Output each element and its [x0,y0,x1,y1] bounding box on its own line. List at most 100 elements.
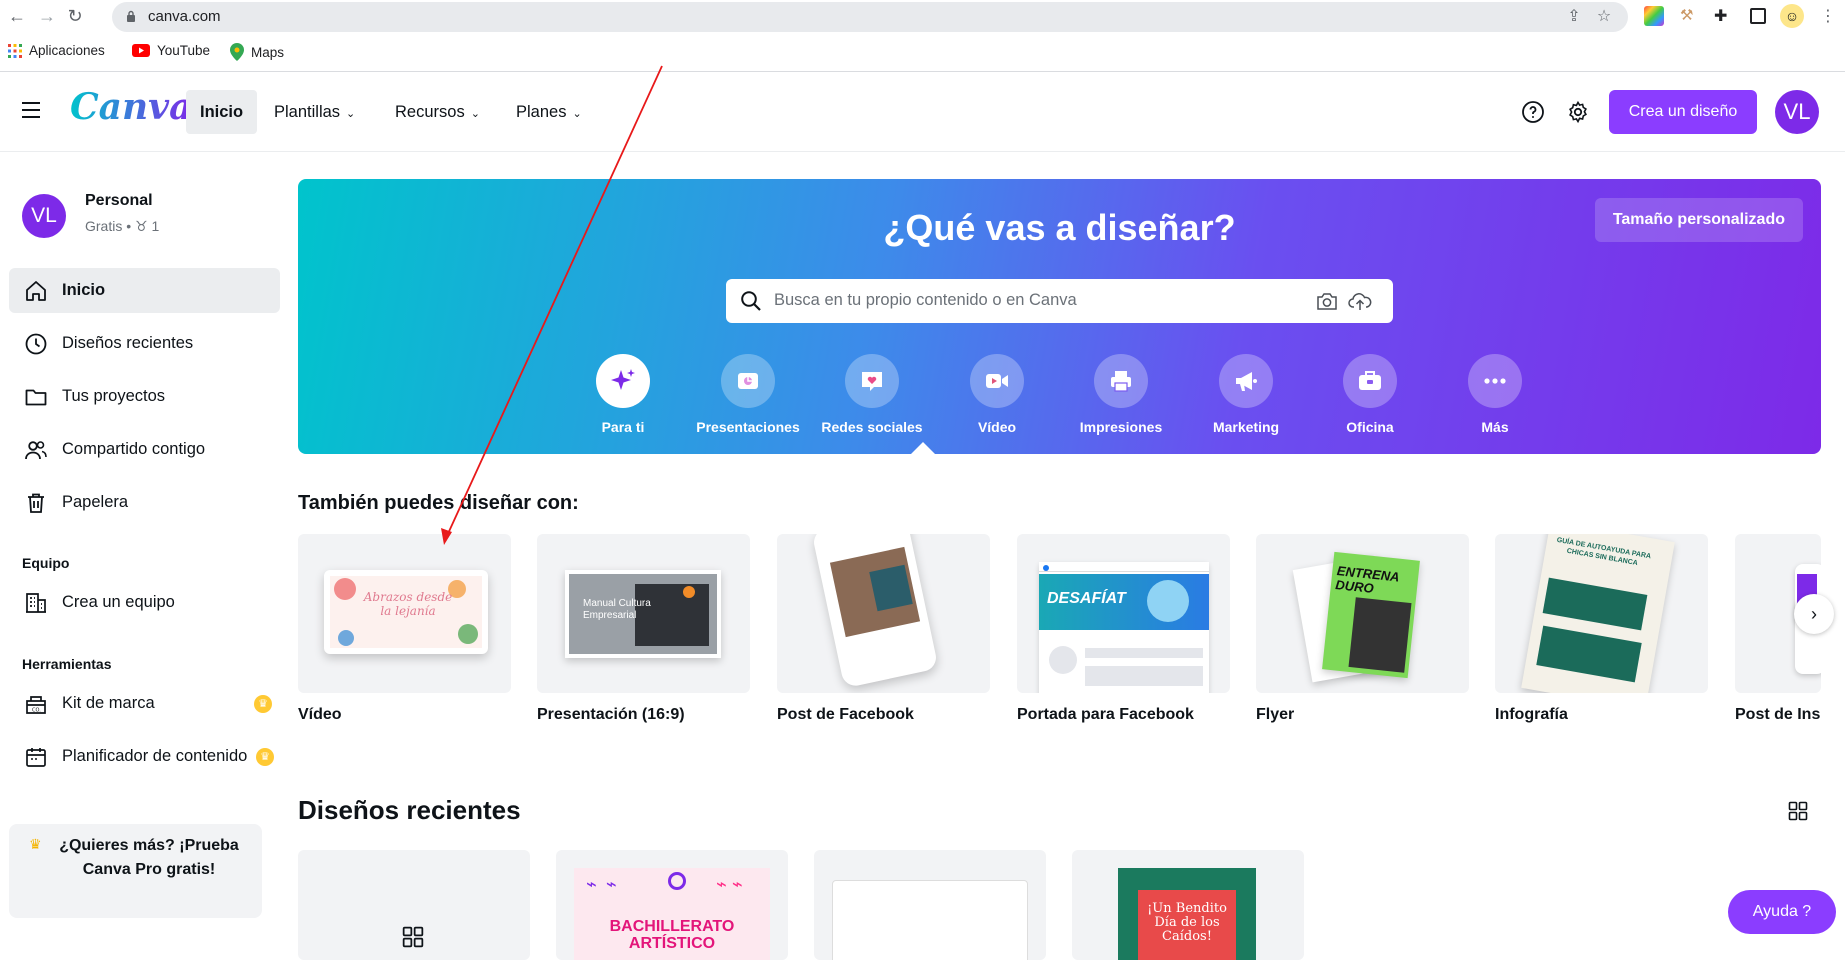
share-icon[interactable]: ⇪ [1564,7,1584,27]
card-label: Post de Facebook [777,706,914,723]
design-card-video[interactable]: Abrazos desde la lejanía Vídeo [298,534,511,724]
card-label: Portada para Facebook [1017,706,1194,723]
grid-view-icon[interactable] [1788,801,1808,821]
recent-design-card[interactable]: ¡Un Bendito Día de los Caídos! [1072,850,1304,960]
color-extension-icon[interactable] [1644,6,1664,26]
recent-design-card[interactable]: ⌁ ⌁ ⌁ ⌁ BACHILLERATO ARTÍSTICO [556,850,788,960]
category-marketing[interactable]: Marketing [1186,354,1306,435]
forward-arrow-icon[interactable]: → [36,5,58,27]
team-avatar[interactable]: VL [22,194,66,238]
shared-users-icon [25,441,47,460]
category-redes-sociales[interactable]: Redes sociales [812,354,932,435]
bookmark-youtube[interactable]: YouTube [132,43,210,58]
search-placeholder: Busca en tu propio contenido o en Canva [774,291,1077,309]
design-card-infografia[interactable]: GUÍA DE AUTOAYUDA PARA CHICAS SIN BLANCA… [1495,534,1708,724]
address-bar[interactable]: canva.com ⇪ ☆ [112,2,1628,32]
sparkle-icon [611,369,635,390]
recent-title: Diseños recientes [298,795,521,825]
back-arrow-icon[interactable]: ← [6,5,28,27]
sidebar-item-label: Diseños recientes [62,334,194,352]
nav-planes[interactable]: Planes ⌄ [502,90,596,134]
bookmark-apps[interactable]: Aplicaciones [8,43,105,58]
search-icon [741,291,761,311]
profile-icon[interactable]: ☺ [1780,4,1804,28]
gear-icon[interactable] [1566,100,1590,124]
section-herramientas: Herramientas [22,656,112,672]
cloud-upload-icon[interactable] [1348,290,1372,312]
apps-grid-icon [8,43,22,58]
video-camera-icon [986,374,1008,388]
sidebar-item-inicio[interactable]: Inicio [9,268,280,313]
trash-icon [28,493,44,513]
more-icon [1484,378,1506,384]
category-presentaciones[interactable]: Presentaciones [688,354,808,435]
sidebar-item-proyectos[interactable]: Tus proyectos [9,374,280,419]
design-card-post-facebook[interactable]: Post de Facebook [777,534,990,724]
sidebar-item-papelera[interactable]: Papelera [9,480,280,525]
hammer-extension-icon[interactable]: ⚒ [1680,6,1700,26]
also-design-title: También puedes diseñar con: [298,492,579,514]
category-mas[interactable]: Más [1435,354,1555,435]
carousel-next-button[interactable]: › [1794,594,1834,634]
sidebar-item-crea-equipo[interactable]: Crea un equipo [9,580,280,625]
category-impresiones[interactable]: Impresiones [1061,354,1181,435]
chevron-down-icon: ⌄ [470,108,480,120]
search-input[interactable]: Busca en tu propio contenido o en Canva [726,279,1393,323]
home-icon [26,281,46,301]
section-equipo: Equipo [22,555,70,571]
design-card-flyer[interactable]: ENTRENA DURO Flyer [1256,534,1469,724]
browser-menu-icon[interactable]: ⋮ [1818,6,1838,26]
thumb-text: Manual Cultura Empresarial [583,598,651,621]
thumb-text: BACHILLERATO ARTÍSTICO [609,918,735,952]
sidebar-item-recientes[interactable]: Diseños recientes [9,321,280,366]
svg-text:CO.: CO. [32,708,41,714]
maps-pin-icon [230,43,244,61]
camera-icon[interactable] [1316,290,1338,312]
sidebar-item-compartido[interactable]: Compartido contigo [9,427,280,472]
bookmark-maps[interactable]: Maps [230,43,284,61]
team-name[interactable]: Personal [85,192,153,210]
nav-recursos[interactable]: Recursos ⌄ [381,90,494,134]
app-header: Canva Inicio Plantillas ⌄ Recursos ⌄ Plane… [0,72,1845,152]
youtube-icon [132,44,150,57]
recent-design-card[interactable] [298,850,530,960]
design-card-presentacion[interactable]: Manual Cultura Empresarial Presentación … [537,534,750,724]
thumb-text: ¡Un Bendito Día de los Caídos! [1147,901,1227,944]
sidebar-item-label: Crea un equipo [62,593,175,611]
pro-promo-card[interactable]: ♛ ¿Quieres más? ¡Prueba Canva Pro gratis… [9,824,262,918]
chevron-right-icon: › [1811,604,1817,624]
briefcase-icon [1359,371,1381,390]
sidebar-item-kit-marca[interactable]: CO. Kit de marca ♛ [9,681,280,726]
nav-plantillas[interactable]: Plantillas ⌄ [260,90,369,134]
category-video[interactable]: Vídeo [937,354,1057,435]
hamburger-menu-icon[interactable] [22,102,40,118]
sidebar-item-planificador[interactable]: Planificador de contenido ♛ [9,734,280,779]
card-label: Flyer [1256,706,1295,723]
help-button[interactable]: Ayuda ? [1728,890,1836,934]
sidebar: VL Personal Gratis • ♉ 1 Inicio Diseños … [0,152,290,950]
calendar-icon [26,748,46,767]
crown-icon: ♛ [29,836,42,852]
sidebar-toggle-icon[interactable] [1750,8,1766,24]
bookmark-label: Maps [251,44,285,60]
nav-inicio[interactable]: Inicio [186,90,258,134]
bookmarks-bar: Aplicaciones YouTube Maps [0,40,1845,64]
design-card-portada-facebook[interactable]: DESAFÍAT Portada para Facebook [1017,534,1230,724]
card-label: Infografía [1495,706,1568,723]
hero-title: ¿Qué vas a diseñar? [883,207,1236,248]
recent-design-card[interactable] [814,850,1046,960]
create-design-button[interactable]: Crea un diseño [1609,90,1757,134]
puzzle-icon[interactable]: ✚ [1714,6,1734,26]
reload-icon[interactable]: ↻ [64,5,86,27]
avatar[interactable]: VL [1775,90,1819,134]
card-label: Vídeo [298,706,342,723]
category-oficina[interactable]: Oficina [1310,354,1430,435]
megaphone-icon [1236,372,1257,391]
folder-icon [25,389,47,406]
bookmark-star-icon[interactable]: ☆ [1594,7,1614,27]
help-circle-icon[interactable] [1521,100,1545,124]
canva-logo[interactable]: Canva [70,86,192,128]
lock-icon [127,10,135,22]
category-para-ti[interactable]: Para ti [563,354,683,435]
presentation-icon [738,373,758,389]
